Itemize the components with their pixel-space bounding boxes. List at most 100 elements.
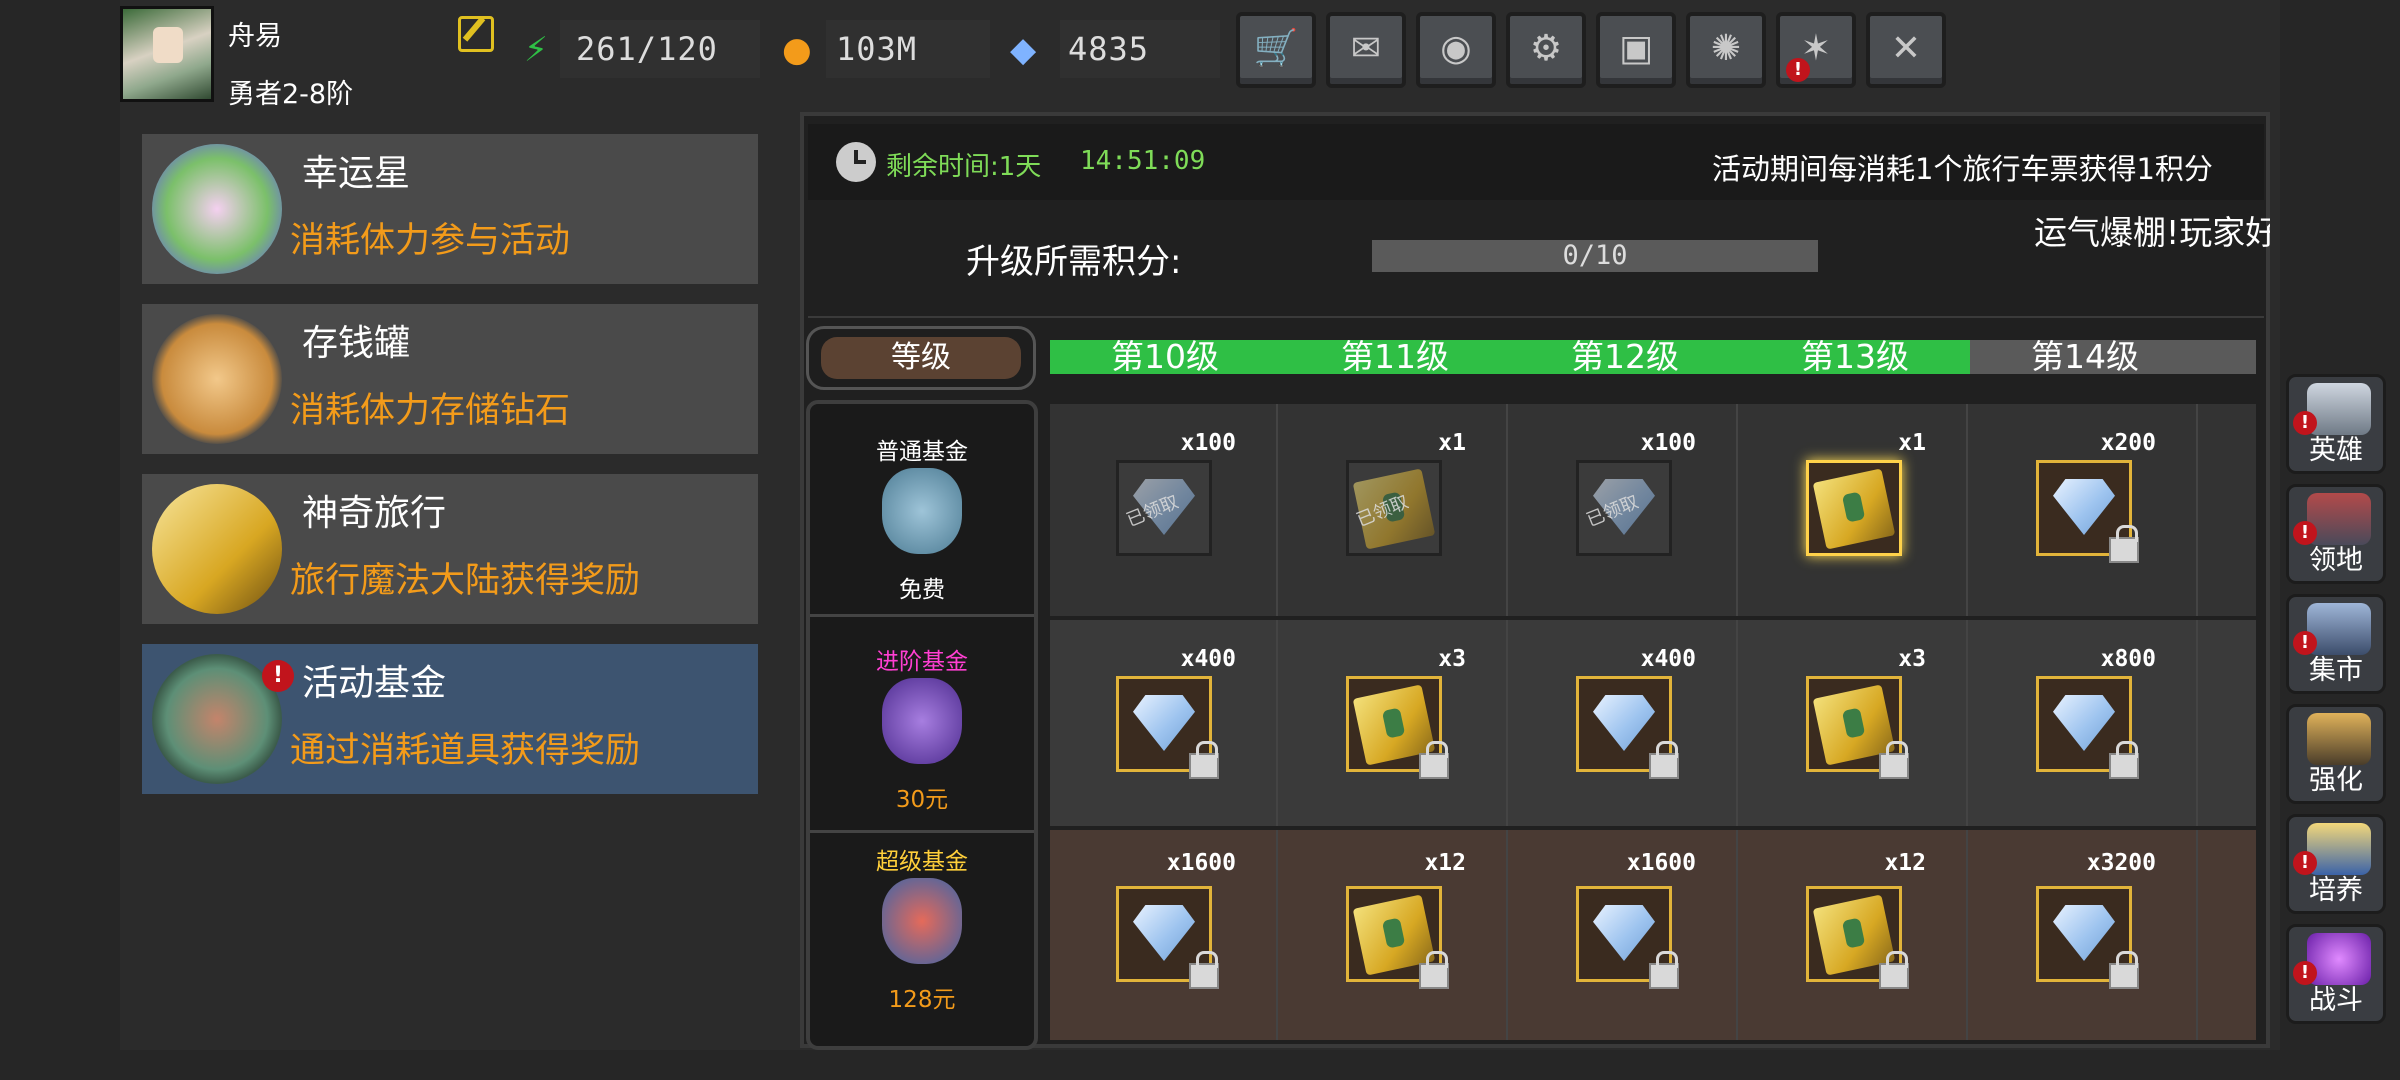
diamond-icon: ◆ xyxy=(1010,30,1037,70)
player-avatar[interactable] xyxy=(120,6,214,102)
reward-qty: x3200 xyxy=(2086,850,2156,876)
diamond-reward-item[interactable] xyxy=(2036,886,2139,989)
ticket-reward-item[interactable]: 已领取 xyxy=(1346,460,1442,556)
menu-item-lucky-star[interactable]: 幸运星消耗体力参与活动 xyxy=(142,134,758,284)
clock-icon xyxy=(836,142,876,182)
reward-cell[interactable]: x1600 xyxy=(1050,830,1278,1040)
side-nav-chalice[interactable]: 培养! xyxy=(2286,814,2386,914)
edit-icon[interactable] xyxy=(458,16,494,52)
lock-icon xyxy=(1879,741,1909,779)
reward-qty: x1 xyxy=(1898,430,1926,456)
diamond-reward-item[interactable]: 已领取 xyxy=(1576,460,1672,556)
reward-cell[interactable]: x3 xyxy=(1280,620,1508,826)
reward-cell[interactable]: x400 xyxy=(1510,620,1738,826)
menu-item-piggy-bank[interactable]: 存钱罐消耗体力存储钻石 xyxy=(142,304,758,454)
reward-cell[interactable]: x100 已领取 xyxy=(1050,404,1278,616)
menu-item-title: 存钱罐 xyxy=(302,323,411,364)
menu-item-title: 神奇旅行 xyxy=(302,493,447,534)
diamond-value: 4835 xyxy=(1068,30,1150,68)
ticket-reward-item[interactable] xyxy=(1806,676,1909,779)
reward-cell[interactable]: x800 xyxy=(1970,620,2198,826)
diamond-reward-item[interactable] xyxy=(1576,886,1679,989)
menu-item-desc: 消耗体力存储钻石 xyxy=(290,391,571,431)
ticket-icon xyxy=(1812,468,1896,550)
mail-button[interactable]: ✉ xyxy=(1326,12,1406,88)
tier-price: 免费 xyxy=(899,577,945,603)
battle-toolbar-button[interactable]: ✕ xyxy=(1866,12,1946,88)
lock-icon xyxy=(1419,741,1449,779)
reward-qty: x400 xyxy=(1640,646,1696,672)
diamond-icon xyxy=(1593,905,1655,961)
diamond-icon xyxy=(2053,695,2115,751)
tier-price: 128元 xyxy=(888,987,956,1013)
reward-qty: x100 xyxy=(1180,430,1236,456)
reward-qty: x1600 xyxy=(1626,850,1696,876)
reward-cell[interactable]: x12 xyxy=(1740,830,1968,1040)
tier-name: 进阶基金 xyxy=(876,649,968,675)
reward-cell[interactable]: x1 xyxy=(1740,404,1968,616)
ticket-reward-item[interactable] xyxy=(1806,460,1902,556)
lock-icon xyxy=(1879,951,1909,989)
reward-cell[interactable]: x1600 xyxy=(1510,830,1738,1040)
reward-cell[interactable]: x12 xyxy=(1280,830,1508,1040)
lock-icon xyxy=(1419,951,1449,989)
diamond-reward-item[interactable] xyxy=(1116,886,1219,989)
level-label-more xyxy=(2200,340,2256,374)
lock-icon xyxy=(1189,951,1219,989)
reward-cell[interactable]: x400 xyxy=(1050,620,1278,826)
side-nav-market[interactable]: 集市! xyxy=(2286,594,2386,694)
level-label: 第10级 xyxy=(1050,340,1280,374)
progress-text: 0/10 xyxy=(1562,240,1628,271)
reward-cell[interactable]: x1 已领取 xyxy=(1280,404,1508,616)
red-bag-icon xyxy=(882,878,962,964)
gift-button[interactable]: ▣ xyxy=(1596,12,1676,88)
menu-item-desc: 消耗体力参与活动 xyxy=(290,221,571,261)
level-label: 第11级 xyxy=(1280,340,1510,374)
side-nav-castle[interactable]: 领地! xyxy=(2286,484,2386,584)
mail-icon: ✉ xyxy=(1350,28,1382,69)
timer-label: 剩余时间:1天 xyxy=(886,152,1042,182)
ticket-reward-item[interactable] xyxy=(1346,676,1449,779)
side-nav-upgrade-crystal[interactable]: 强化 xyxy=(2286,704,2386,804)
reward-row: x100 已领取 x1 已领取 x100 已领取 x1 x200 xyxy=(1050,404,2256,616)
cart-icon: 🛒 xyxy=(1253,28,1299,69)
score-label: 升级所需积分: xyxy=(966,242,1182,282)
ticket-reward-item[interactable] xyxy=(1806,886,1909,989)
side-nav-helmet[interactable]: 英雄! xyxy=(2286,374,2386,474)
marquee-text: 运气爆棚!玩家好玩不 xyxy=(2034,213,2270,252)
gear-icon: ⚙ xyxy=(1529,28,1563,69)
menu-item-travel-ticket[interactable]: 神奇旅行 旅行魔法大陆获得奖励 xyxy=(142,474,758,624)
grade-button[interactable]: 等级 xyxy=(806,326,1036,390)
timer-value: 14:51:09 xyxy=(1080,146,1206,176)
reward-cell[interactable]: x200 xyxy=(1970,404,2198,616)
menu-item-fund-bag[interactable]: 活动基金 通过消耗道具获得奖励! xyxy=(142,644,758,794)
reward-qty: x200 xyxy=(2100,430,2156,456)
reward-qty: x100 xyxy=(1640,430,1696,456)
lock-icon xyxy=(1189,741,1219,779)
reward-qty: x12 xyxy=(1424,850,1466,876)
ticket-reward-item[interactable] xyxy=(1346,886,1449,989)
shop-button[interactable]: 🛒 xyxy=(1236,12,1316,88)
diamond-icon xyxy=(2053,479,2115,535)
settings-button[interactable]: ⚙ xyxy=(1506,12,1586,88)
diamond-reward-item[interactable]: 已领取 xyxy=(1116,460,1212,556)
menu-item-title: 幸运星 xyxy=(302,153,411,194)
diamond-reward-item[interactable] xyxy=(2036,460,2139,563)
diamond-reward-item[interactable] xyxy=(1116,676,1219,779)
gamepad-button[interactable]: ◉ xyxy=(1416,12,1496,88)
lucky-wheel-button[interactable]: ✺ xyxy=(1686,12,1766,88)
side-nav-portal[interactable]: 战斗! xyxy=(2286,924,2386,1024)
reward-cell[interactable]: x3200 xyxy=(1970,830,2198,1040)
tier-name: 普通基金 xyxy=(876,439,968,465)
gift-icon: ▣ xyxy=(1618,28,1653,69)
lock-icon xyxy=(2109,951,2139,989)
firework-button[interactable]: ✶! xyxy=(1776,12,1856,88)
diamond-reward-item[interactable] xyxy=(2036,676,2139,779)
reward-cell[interactable]: x100 已领取 xyxy=(1510,404,1738,616)
lock-icon xyxy=(1649,741,1679,779)
diamond-icon xyxy=(1133,695,1195,751)
reward-cell[interactable]: x3 xyxy=(1740,620,1968,826)
tier-name: 超级基金 xyxy=(876,849,968,875)
reward-qty: x12 xyxy=(1884,850,1926,876)
diamond-reward-item[interactable] xyxy=(1576,676,1679,779)
